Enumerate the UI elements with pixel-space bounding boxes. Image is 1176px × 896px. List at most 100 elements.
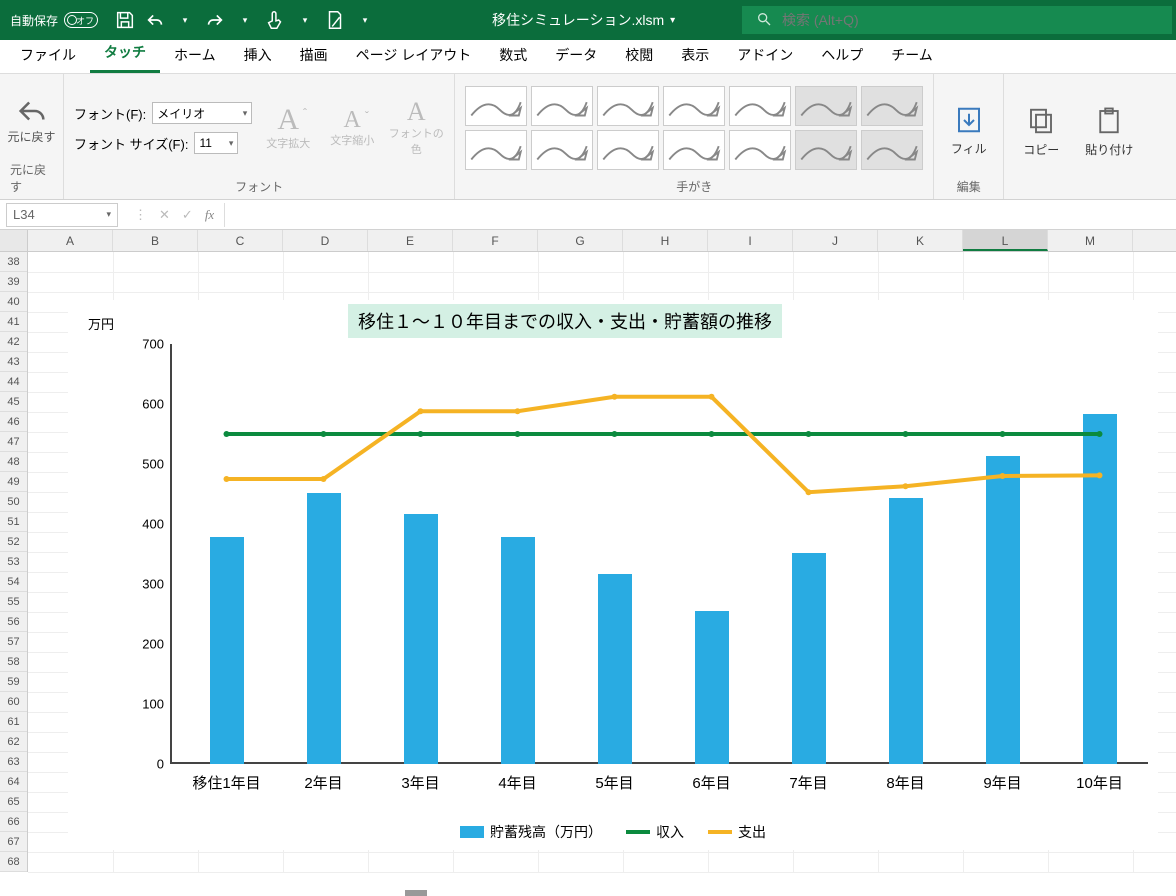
tab-data[interactable]: データ [541, 39, 611, 73]
row-header-53[interactable]: 53 [0, 552, 27, 572]
print-preview-icon[interactable] [324, 9, 346, 31]
row-header-55[interactable]: 55 [0, 592, 27, 612]
pen-style-4[interactable] [729, 86, 791, 126]
formula-input[interactable] [224, 203, 1176, 227]
embedded-chart[interactable]: 万円 移住１～１０年目までの収入・支出・貯蓄額の推移 0100200300400… [68, 300, 1158, 850]
row-header-58[interactable]: 58 [0, 652, 27, 672]
row-header-49[interactable]: 49 [0, 472, 27, 492]
tab-addins[interactable]: アドイン [723, 39, 807, 73]
pen-style-7[interactable] [465, 130, 527, 170]
fill-button[interactable]: フィル [942, 100, 996, 157]
row-header-45[interactable]: 45 [0, 392, 27, 412]
chevron-down-icon[interactable]: ▾ [234, 9, 256, 31]
row-header-50[interactable]: 50 [0, 492, 27, 512]
cancel-icon[interactable]: ✕ [159, 207, 170, 223]
row-header-59[interactable]: 59 [0, 672, 27, 692]
row-header-46[interactable]: 46 [0, 412, 27, 432]
pen-style-12[interactable] [795, 130, 857, 170]
autosave-toggle[interactable]: 自動保存 オフ [0, 12, 108, 29]
col-header-E[interactable]: E [368, 230, 453, 251]
row-header-48[interactable]: 48 [0, 452, 27, 472]
col-header-J[interactable]: J [793, 230, 878, 251]
tab-file[interactable]: ファイル [6, 39, 90, 73]
row-header-39[interactable]: 39 [0, 272, 27, 292]
name-box[interactable]: L34▾ [6, 203, 118, 227]
tab-team[interactable]: チーム [877, 39, 947, 73]
chevron-down-icon[interactable]: ▾ [174, 9, 196, 31]
tab-help[interactable]: ヘルプ [807, 39, 877, 73]
row-header-40[interactable]: 40 [0, 292, 27, 312]
chevron-down-icon[interactable]: ▾ [294, 9, 316, 31]
row-header-44[interactable]: 44 [0, 372, 27, 392]
shrink-font-button[interactable]: Aˇ 文字縮小 [324, 108, 380, 148]
row-header-41[interactable]: 41 [0, 312, 27, 332]
save-icon[interactable] [114, 9, 136, 31]
pen-style-8[interactable] [531, 130, 593, 170]
enlarge-font-button[interactable]: Aˆ 文字拡大 [260, 105, 316, 151]
row-header-64[interactable]: 64 [0, 772, 27, 792]
pen-style-10[interactable] [663, 130, 725, 170]
enter-icon[interactable]: ✓ [182, 207, 193, 223]
col-header-K[interactable]: K [878, 230, 963, 251]
row-header-52[interactable]: 52 [0, 532, 27, 552]
row-header-63[interactable]: 63 [0, 752, 27, 772]
pen-style-2[interactable] [597, 86, 659, 126]
font-select[interactable]: メイリオ▾ [152, 102, 252, 124]
row-header-57[interactable]: 57 [0, 632, 27, 652]
col-header-C[interactable]: C [198, 230, 283, 251]
col-header-L[interactable]: L [963, 230, 1048, 251]
redo-icon[interactable] [204, 9, 226, 31]
row-header-62[interactable]: 62 [0, 732, 27, 752]
pen-style-13[interactable] [861, 130, 923, 170]
tab-insert[interactable]: 挿入 [230, 39, 286, 73]
pen-style-11[interactable] [729, 130, 791, 170]
tab-touch[interactable]: タッチ [90, 36, 160, 73]
font-size-select[interactable]: 11▾ [194, 132, 238, 154]
col-header-G[interactable]: G [538, 230, 623, 251]
font-color-button[interactable]: A フォントの色 [388, 99, 444, 157]
col-header-H[interactable]: H [623, 230, 708, 251]
tab-home[interactable]: ホーム [160, 39, 230, 73]
select-all-corner[interactable] [0, 230, 28, 251]
row-header-67[interactable]: 67 [0, 832, 27, 852]
tab-review[interactable]: 校閲 [611, 39, 667, 73]
fx-icon[interactable]: fx [205, 207, 214, 223]
row-header-56[interactable]: 56 [0, 612, 27, 632]
search-input[interactable] [782, 12, 1158, 28]
row-header-65[interactable]: 65 [0, 792, 27, 812]
row-header-51[interactable]: 51 [0, 512, 27, 532]
row-header-43[interactable]: 43 [0, 352, 27, 372]
row-header-68[interactable]: 68 [0, 852, 27, 872]
search-box[interactable] [742, 6, 1172, 34]
tab-formulas[interactable]: 数式 [485, 39, 541, 73]
undo-button[interactable]: 元に戻す [7, 94, 57, 145]
row-header-60[interactable]: 60 [0, 692, 27, 712]
tab-view[interactable]: 表示 [667, 39, 723, 73]
col-header-M[interactable]: M [1048, 230, 1133, 251]
col-header-A[interactable]: A [28, 230, 113, 251]
expand-icon[interactable]: ⋮ [134, 207, 147, 223]
col-header-B[interactable]: B [113, 230, 198, 251]
undo-icon[interactable] [144, 9, 166, 31]
pen-style-5[interactable] [795, 86, 857, 126]
row-header-66[interactable]: 66 [0, 812, 27, 832]
chevron-down-icon[interactable]: ▾ [354, 9, 376, 31]
paste-button[interactable]: 貼り付け [1082, 101, 1136, 158]
pen-style-6[interactable] [861, 86, 923, 126]
row-header-54[interactable]: 54 [0, 572, 27, 592]
touch-mode-icon[interactable] [264, 9, 286, 31]
row-header-47[interactable]: 47 [0, 432, 27, 452]
col-header-I[interactable]: I [708, 230, 793, 251]
document-title[interactable]: 移住シミュレーション.xlsm ▾ [492, 10, 675, 30]
tab-draw[interactable]: 描画 [286, 39, 342, 73]
row-header-61[interactable]: 61 [0, 712, 27, 732]
col-header-F[interactable]: F [453, 230, 538, 251]
pen-style-9[interactable] [597, 130, 659, 170]
row-header-38[interactable]: 38 [0, 252, 27, 272]
col-header-D[interactable]: D [283, 230, 368, 251]
tab-page-layout[interactable]: ページ レイアウト [342, 39, 486, 73]
pen-style-3[interactable] [663, 86, 725, 126]
pen-style-1[interactable] [531, 86, 593, 126]
pen-style-0[interactable] [465, 86, 527, 126]
copy-button[interactable]: コピー [1014, 101, 1068, 158]
